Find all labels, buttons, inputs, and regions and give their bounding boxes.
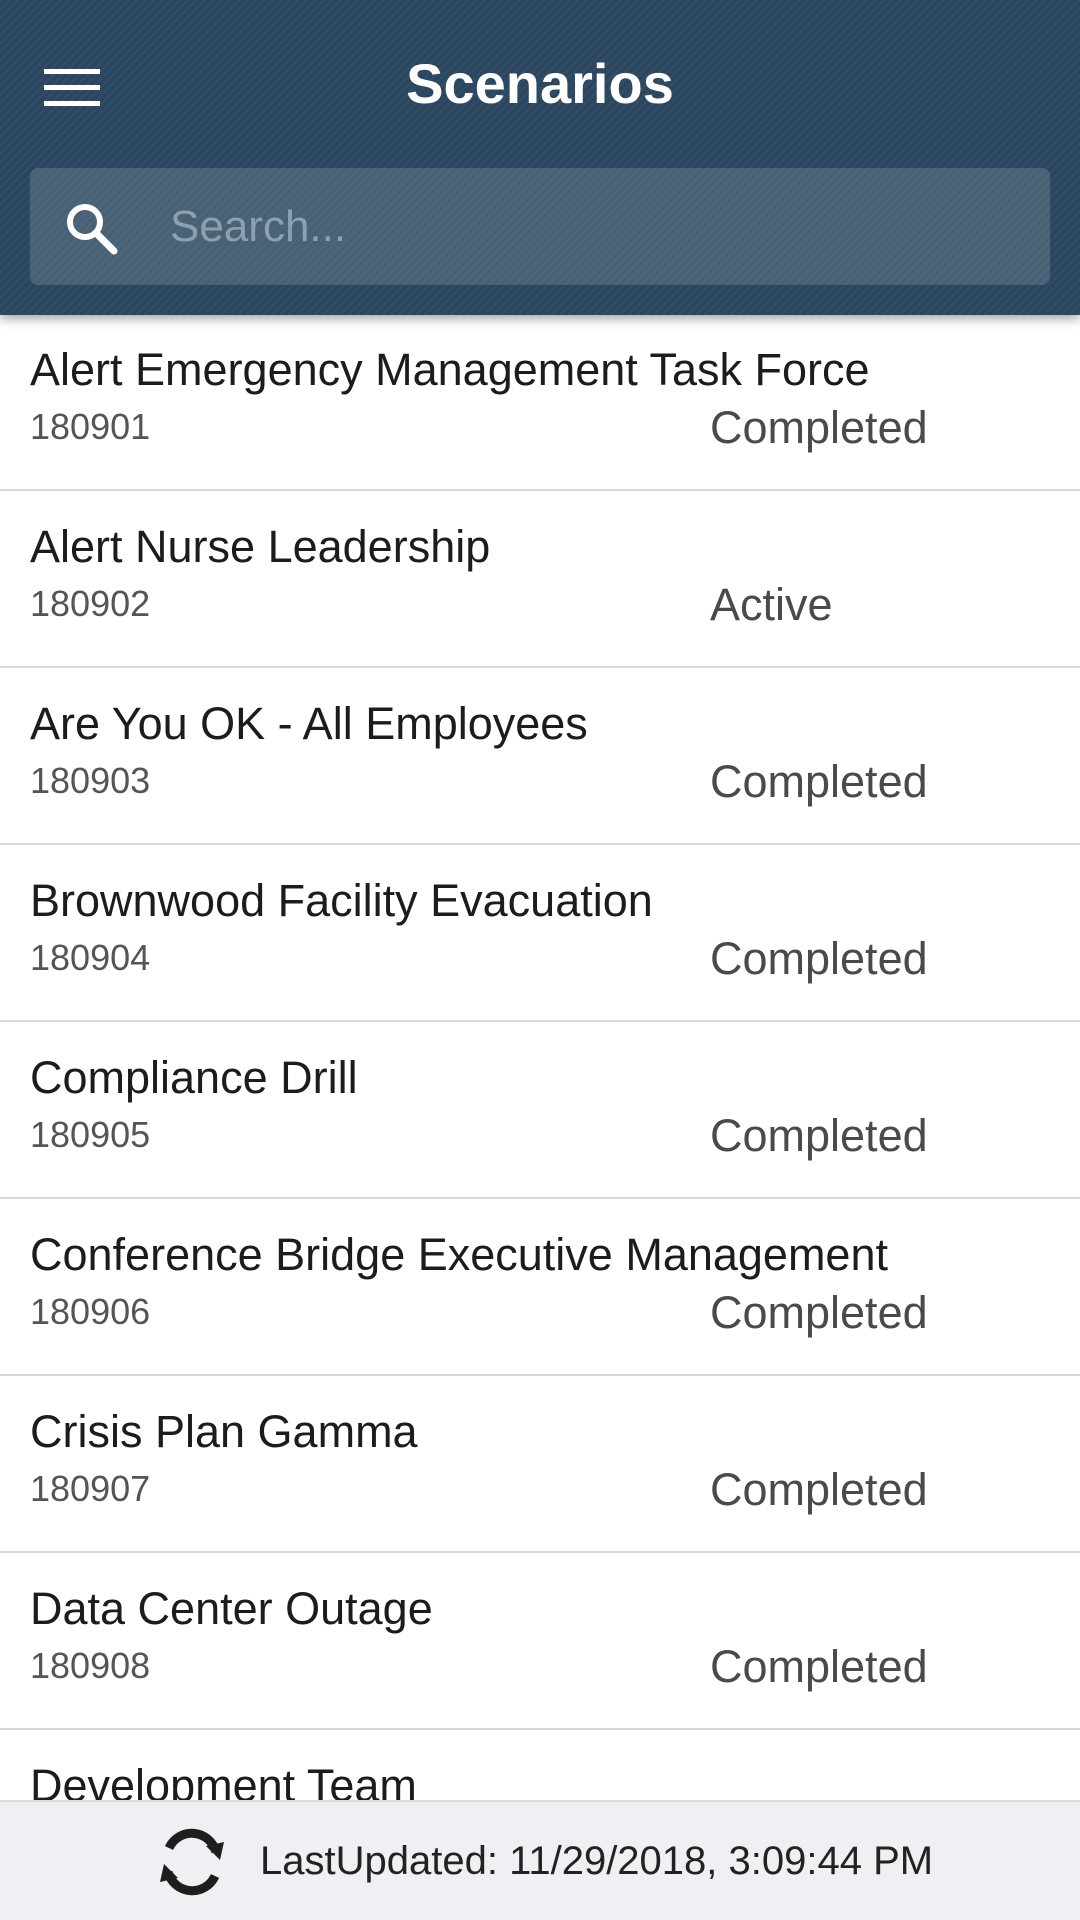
scenario-row[interactable]: Development Team [0, 1731, 1080, 1800]
scenarios-screen: Scenarios Alert Emergency Management Tas… [0, 0, 1080, 1920]
scenario-title: Are You OK - All Employees [30, 698, 588, 749]
refresh-icon [160, 1828, 224, 1896]
scenario-status: Completed [710, 1110, 928, 1161]
scenario-id: 180902 [30, 583, 151, 624]
scenario-id: 180907 [30, 1468, 151, 1509]
status-footer: LastUpdated: 11/29/2018, 3:09:44 PM [0, 1800, 1080, 1920]
scenario-id: 180906 [30, 1291, 151, 1332]
scenario-title: Brownwood Facility Evacuation [30, 875, 653, 926]
page-title: Scenarios [406, 52, 674, 115]
scenario-id: 180908 [30, 1645, 151, 1686]
scenario-status: Active [710, 579, 833, 630]
search-icon [67, 204, 118, 255]
scenario-status: Completed [710, 1641, 928, 1692]
scenario-id: 180905 [30, 1114, 151, 1155]
scenario-row[interactable]: Are You OK - All Employees 180903 Comple… [0, 669, 1080, 845]
scenario-id: 180904 [30, 937, 151, 978]
scenario-row[interactable]: Compliance Drill 180905 Completed [0, 1023, 1080, 1199]
search-input[interactable] [150, 168, 1030, 285]
last-updated-text: LastUpdated: 11/29/2018, 3:09:44 PM [260, 1839, 934, 1883]
scenario-row[interactable]: Crisis Plan Gamma 180907 Completed [0, 1377, 1080, 1553]
scenario-row[interactable]: Alert Emergency Management Task Force 18… [0, 315, 1080, 491]
scenario-title: Compliance Drill [30, 1052, 358, 1103]
refresh-button[interactable] [152, 1822, 232, 1902]
app-header: Scenarios [0, 0, 1080, 315]
scenario-row[interactable]: Brownwood Facility Evacuation 180904 Com… [0, 846, 1080, 1022]
scenario-status: Completed [710, 933, 928, 984]
scenario-title: Development Team [30, 1760, 417, 1800]
scenario-row[interactable]: Conference Bridge Executive Management 1… [0, 1200, 1080, 1376]
scenario-id: 180901 [30, 406, 151, 447]
scenario-title: Conference Bridge Executive Management [30, 1229, 888, 1280]
scenario-list: Alert Emergency Management Task Force 18… [0, 315, 1080, 1800]
scenario-status: Completed [710, 756, 928, 807]
scenario-title: Alert Nurse Leadership [30, 521, 491, 572]
scenario-status: Completed [710, 1287, 928, 1338]
scenario-title: Data Center Outage [30, 1583, 433, 1634]
scenario-status: Completed [710, 1464, 928, 1515]
scenario-id: 180903 [30, 760, 151, 801]
scenario-status: Completed [710, 402, 928, 453]
scenario-title: Alert Emergency Management Task Force [30, 344, 870, 395]
scenario-row[interactable]: Alert Nurse Leadership 180902 Active [0, 492, 1080, 668]
scenario-title: Crisis Plan Gamma [30, 1406, 418, 1457]
scenario-row[interactable]: Data Center Outage 180908 Completed [0, 1554, 1080, 1730]
